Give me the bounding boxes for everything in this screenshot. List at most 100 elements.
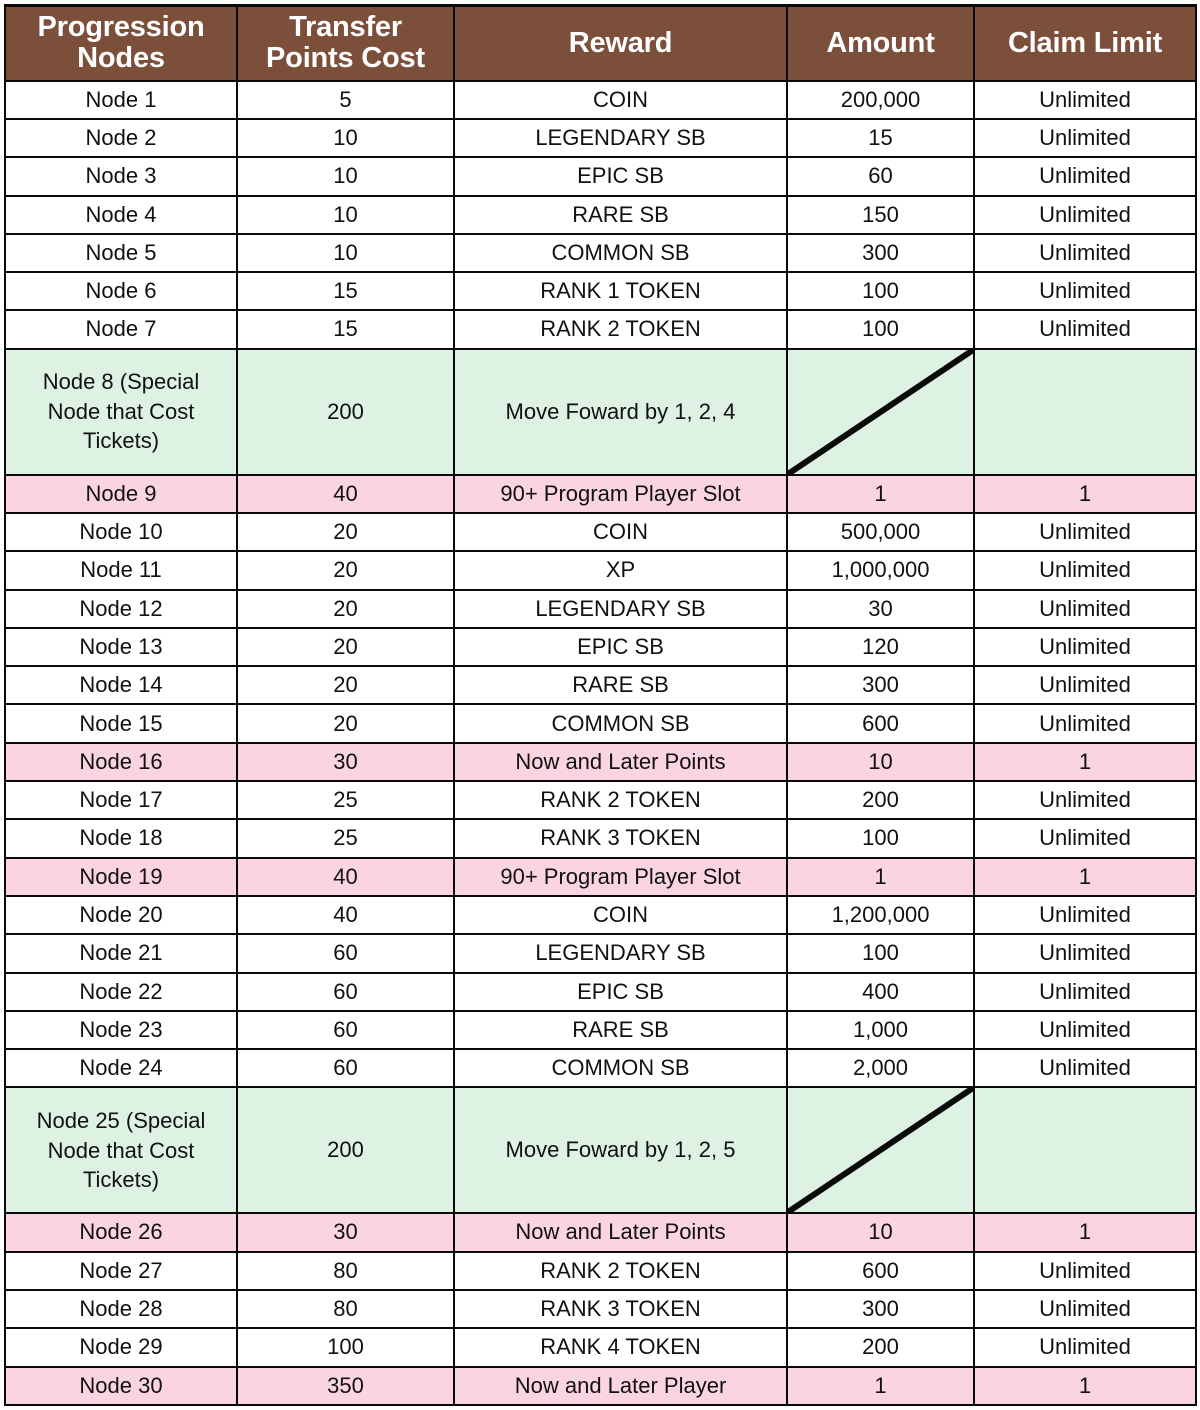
cell-amount: 10 [786,1212,975,1253]
progression-rewards-table-container: Progression Nodes Transfer Points Cost R… [0,0,1200,1410]
cell-claim-limit: Unlimited [973,232,1197,274]
cell-reward: COIN [453,79,788,120]
cell-amount: 150 [786,194,975,235]
table-row: Node 21 60 LEGENDARY SB 100 Unlimited [4,933,1197,974]
cell-claim-limit: Unlimited [973,1250,1197,1292]
cell-progression-node: Node 8 (Special Node that Cost Tickets) [4,347,238,476]
cell-transfer-points-cost: 15 [236,309,455,350]
table-row: Node 3 10 EPIC SB 60 Unlimited [4,156,1197,197]
cell-amount-not-applicable [786,347,975,476]
cell-amount: 600 [786,1250,975,1292]
cell-transfer-points-cost: 20 [236,550,455,591]
table-row: Node 7 15 RANK 2 TOKEN 100 Unlimited [4,309,1197,350]
cell-reward: RANK 1 TOKEN [453,271,788,312]
table-row: Node 17 25 RANK 2 TOKEN 200 Unlimited [4,780,1197,821]
cell-amount: 200 [786,780,975,821]
cell-claim-limit: 1 [973,1365,1197,1407]
table-row: Node 25 (Special Node that Cost Tickets)… [4,1086,1197,1215]
cell-transfer-points-cost: 60 [236,971,455,1012]
cell-reward: COIN [453,511,788,553]
cell-claim-limit: Unlimited [973,588,1197,629]
table-row: Node 27 80 RANK 2 TOKEN 600 Unlimited [4,1250,1197,1292]
cell-amount: 600 [786,703,975,744]
cell-transfer-points-cost: 10 [236,194,455,235]
cell-claim-limit: Unlimited [973,780,1197,821]
table-body: Node 1 5 COIN 200,000 Unlimited Node 2 10 LEGEN… [4,79,1197,1407]
table-row: Node 10 20 COIN 500,000 Unlimited [4,511,1197,553]
cell-claim-limit: 1 [973,473,1197,514]
cell-transfer-points-cost: 200 [236,1086,455,1215]
cell-reward: COIN [453,894,788,936]
cell-reward: RANK 4 TOKEN [453,1327,788,1368]
cell-reward: RARE SB [453,665,788,706]
cell-transfer-points-cost: 25 [236,818,455,859]
cell-amount: 30 [786,588,975,629]
cell-amount: 15 [786,117,975,159]
table-row: Node 12 20 LEGENDARY SB 30 Unlimited [4,588,1197,629]
table-row: Node 1 5 COIN 200,000 Unlimited [4,79,1197,120]
cell-amount: 120 [786,626,975,668]
cell-progression-node: Node 23 [4,1009,238,1051]
cell-claim-limit: Unlimited [973,550,1197,591]
cell-transfer-points-cost: 20 [236,703,455,744]
cell-amount: 100 [786,271,975,312]
cell-progression-node: Node 18 [4,818,238,859]
cell-reward: 90+ Program Player Slot [453,473,788,514]
table-row: Node 15 20 COMMON SB 600 Unlimited [4,703,1197,744]
cell-progression-node: Node 26 [4,1212,238,1253]
cell-transfer-points-cost: 80 [236,1250,455,1292]
cell-reward: COMMON SB [453,1048,788,1089]
cell-transfer-points-cost: 10 [236,156,455,197]
cell-transfer-points-cost: 25 [236,780,455,821]
cell-transfer-points-cost: 200 [236,347,455,476]
cell-reward: RANK 2 TOKEN [453,780,788,821]
table-row: Node 2 10 LEGENDARY SB 15 Unlimited [4,117,1197,159]
cell-transfer-points-cost: 30 [236,741,455,783]
cell-amount: 60 [786,156,975,197]
cell-reward: Move Foward by 1, 2, 5 [453,1086,788,1215]
cell-progression-node: Node 28 [4,1289,238,1330]
cell-claim-limit: Unlimited [973,194,1197,235]
cell-progression-node: Node 17 [4,780,238,821]
cell-amount: 1 [786,856,975,897]
cell-progression-node: Node 4 [4,194,238,235]
cell-claim-limit: Unlimited [973,156,1197,197]
cell-claim-limit: 1 [973,741,1197,783]
cell-progression-node: Node 10 [4,511,238,553]
cell-progression-node: Node 20 [4,894,238,936]
cell-amount-not-applicable [786,1086,975,1215]
cell-transfer-points-cost: 20 [236,588,455,629]
cell-transfer-points-cost: 60 [236,1009,455,1051]
cell-reward: RARE SB [453,1009,788,1051]
cell-claim-limit: Unlimited [973,626,1197,668]
table-row: Node 13 20 EPIC SB 120 Unlimited [4,626,1197,668]
table-row: Node 11 20 XP 1,000,000 Unlimited [4,550,1197,591]
cell-progression-node: Node 29 [4,1327,238,1368]
column-header-amount: Amount [786,3,975,82]
cell-amount: 100 [786,933,975,974]
cell-amount: 200 [786,1327,975,1368]
cell-progression-node: Node 5 [4,232,238,274]
table-row: Node 9 40 90+ Program Player Slot 1 1 [4,473,1197,514]
table-header-row: Progression Nodes Transfer Points Cost R… [4,3,1197,82]
cell-progression-node: Node 2 [4,117,238,159]
cell-claim-limit: Unlimited [973,665,1197,706]
cell-claim-limit: Unlimited [973,1048,1197,1089]
cell-transfer-points-cost: 350 [236,1365,455,1407]
cell-transfer-points-cost: 15 [236,271,455,312]
cell-amount: 400 [786,971,975,1012]
cell-transfer-points-cost: 10 [236,232,455,274]
cell-reward: EPIC SB [453,971,788,1012]
progression-rewards-table: Progression Nodes Transfer Points Cost R… [4,3,1197,1407]
column-header-reward: Reward [453,3,788,82]
cell-claim-limit: Unlimited [973,818,1197,859]
cell-transfer-points-cost: 10 [236,117,455,159]
cell-amount: 1 [786,473,975,514]
cell-transfer-points-cost: 60 [236,1048,455,1089]
cell-amount: 300 [786,232,975,274]
cell-reward: EPIC SB [453,156,788,197]
table-row: Node 28 80 RANK 3 TOKEN 300 Unlimited [4,1289,1197,1330]
cell-progression-node: Node 24 [4,1048,238,1089]
table-row: Node 4 10 RARE SB 150 Unlimited [4,194,1197,235]
cell-progression-node: Node 14 [4,665,238,706]
